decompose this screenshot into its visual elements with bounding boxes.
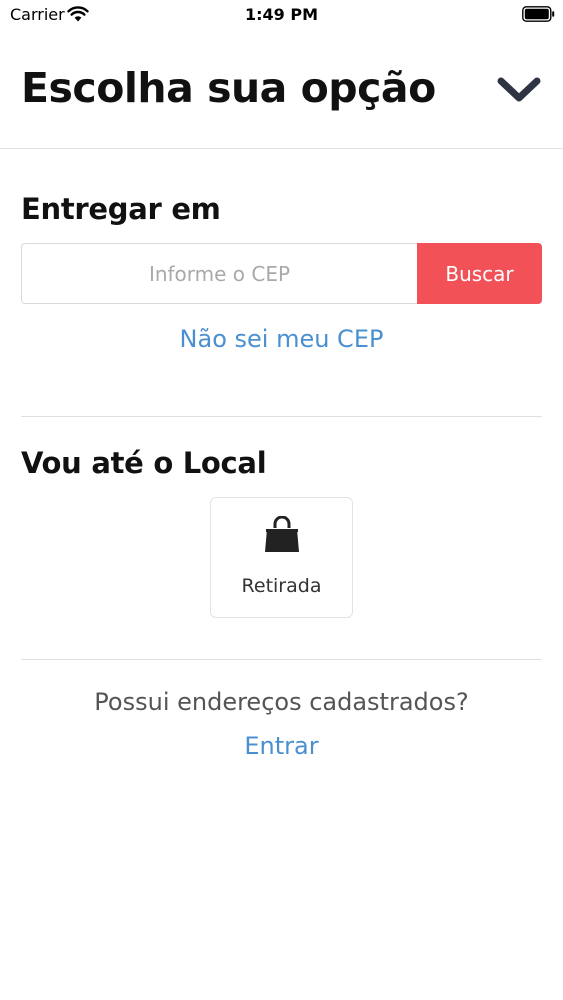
- delivery-section-title: Entregar em: [21, 192, 221, 226]
- divider: [21, 659, 542, 660]
- cep-search-row: Buscar: [21, 243, 542, 304]
- login-link[interactable]: Entrar: [0, 732, 563, 760]
- battery-icon: [522, 6, 555, 22]
- pickup-option-card[interactable]: Retirada: [210, 497, 353, 618]
- collapse-button[interactable]: [492, 70, 546, 110]
- unknown-cep-link[interactable]: Não sei meu CEP: [0, 325, 563, 353]
- status-bar: Carrier 1:49 PM: [0, 0, 563, 30]
- search-button[interactable]: Buscar: [417, 243, 542, 304]
- clock: 1:49 PM: [244, 5, 318, 24]
- header: Escolha sua opção: [0, 30, 563, 149]
- divider: [21, 416, 542, 417]
- page-title: Escolha sua opção: [21, 64, 436, 112]
- pickup-section-title: Vou até o Local: [21, 446, 267, 480]
- cep-input[interactable]: [21, 243, 417, 304]
- pickup-option-label: Retirada: [241, 575, 322, 597]
- chevron-down-icon: [497, 77, 541, 102]
- screen: Carrier 1:49 PM Escolha sua opção Entreg…: [0, 0, 563, 1000]
- shopping-bag-icon: [265, 516, 299, 552]
- saved-addresses-question: Possui endereços cadastrados?: [94, 688, 469, 716]
